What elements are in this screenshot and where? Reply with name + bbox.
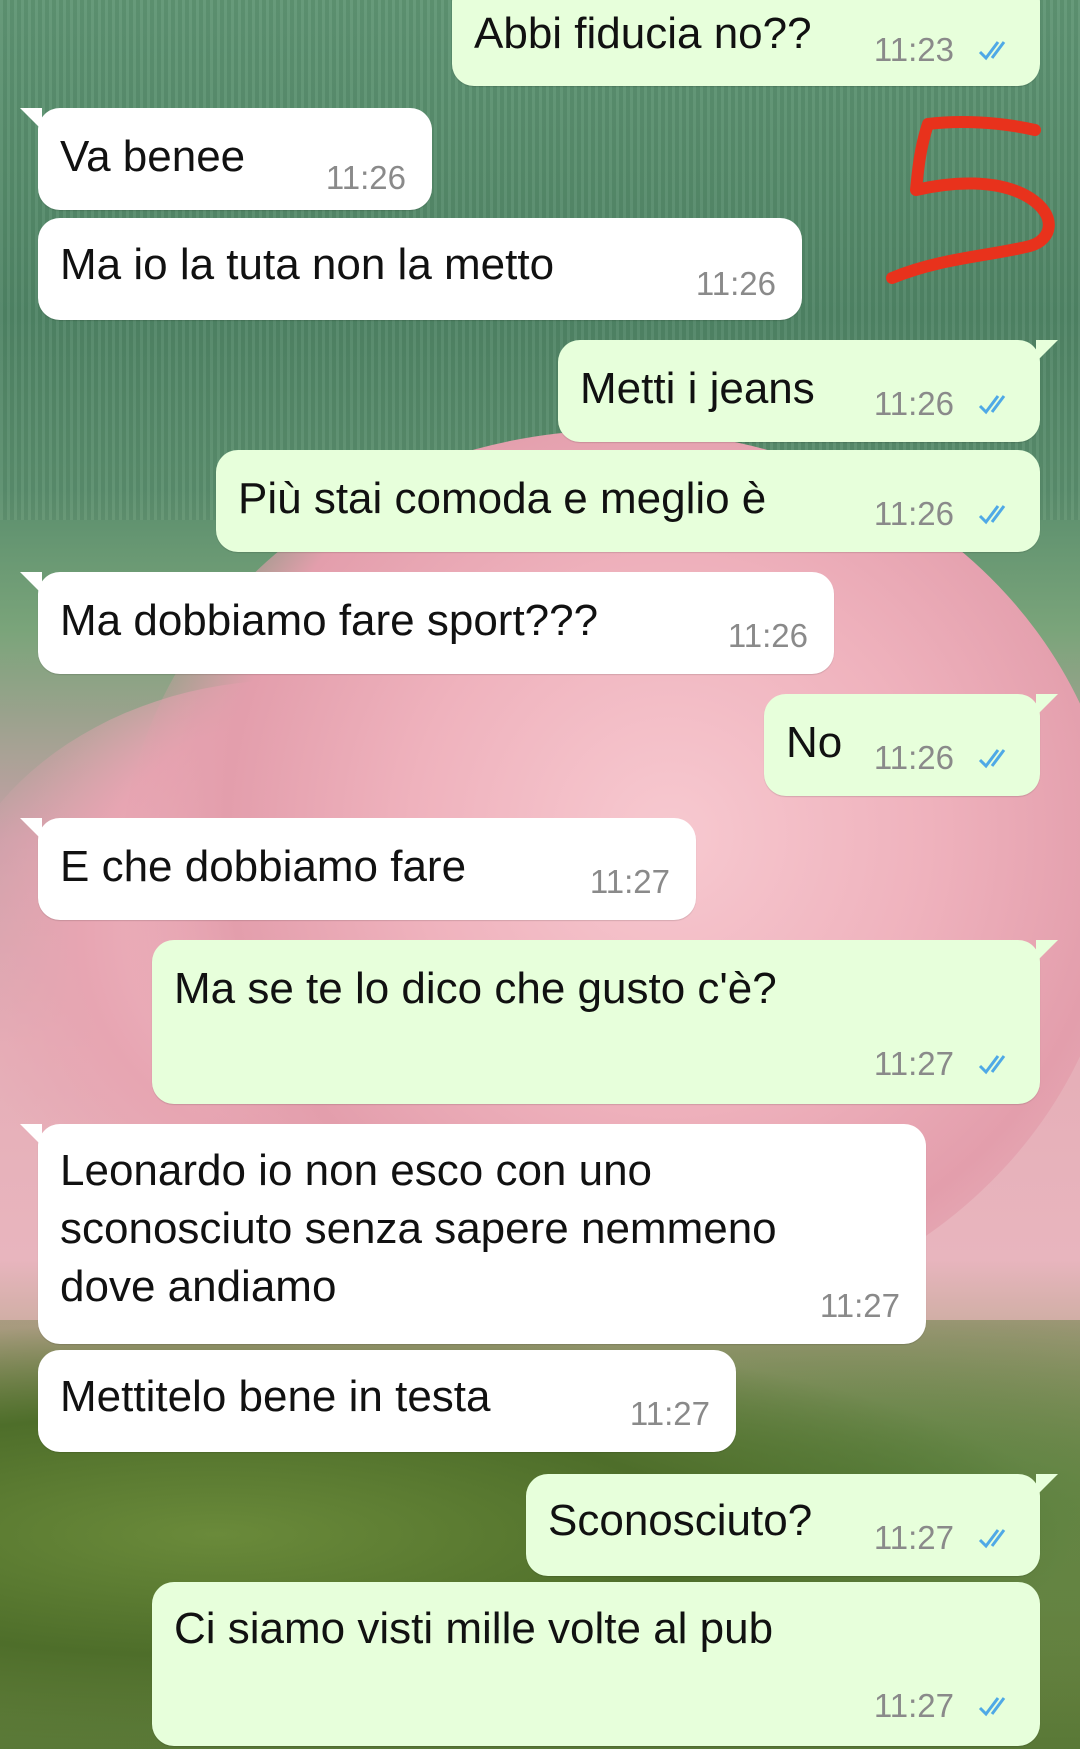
message-time: 11:26 (873, 739, 954, 776)
message-incoming[interactable]: Ma io la tuta non la metto 11:26 (38, 218, 802, 320)
double-check-icon (978, 1529, 1006, 1549)
message-incoming[interactable]: Va benee 11:26 (20, 108, 432, 210)
chat-screen: Abbi fiducia no?? 11:23 Va benee 11:26 M… (0, 0, 1080, 1749)
message-time: 11:26 (873, 495, 954, 532)
message-outgoing[interactable]: Ma se te lo dico che gusto c'è? 11:27 (152, 940, 1058, 1104)
message-time: 11:27 (873, 1045, 954, 1082)
message-text: Ma dobbiamo fare sport??? (60, 596, 599, 645)
message-time: 11:27 (873, 1687, 954, 1724)
message-text: Sconosciuto? (548, 1496, 813, 1545)
double-check-icon (978, 395, 1006, 415)
double-check-icon (978, 41, 1006, 61)
message-outgoing[interactable]: Più stai comoda e meglio è 11:26 (216, 450, 1040, 552)
message-text: Metti i jeans (580, 364, 815, 413)
message-outgoing[interactable]: Metti i jeans 11:26 (558, 340, 1058, 442)
message-text: Mettitelo bene in testa (60, 1372, 491, 1421)
message-text: No (786, 718, 843, 767)
message-time: 11:26 (325, 159, 406, 196)
message-text: E che dobbiamo fare (60, 842, 467, 891)
message-text: Leonardo io non esco con uno sconosciuto… (60, 1146, 777, 1311)
message-time: 11:26 (873, 385, 954, 422)
message-outgoing[interactable]: Abbi fiducia no?? 11:23 (452, 0, 1040, 86)
message-incoming[interactable]: E che dobbiamo fare 11:27 (20, 818, 696, 920)
message-time: 11:26 (727, 617, 808, 654)
message-text: Ci siamo visti mille volte al pub (174, 1604, 774, 1653)
double-check-icon (978, 749, 1006, 769)
red-scribble-annotation (886, 116, 1055, 284)
double-check-icon (978, 505, 1006, 525)
message-text: Ma se te lo dico che gusto c'è? (174, 964, 777, 1013)
message-incoming[interactable]: Ma dobbiamo fare sport??? 11:26 (20, 572, 834, 674)
message-text: Abbi fiducia no?? (474, 9, 812, 58)
message-incoming[interactable]: Mettitelo bene in testa 11:27 (38, 1350, 736, 1452)
message-outgoing[interactable]: Sconosciuto? 11:27 (526, 1474, 1058, 1576)
message-time: 11:27 (629, 1395, 710, 1432)
message-time: 11:27 (589, 863, 670, 900)
message-text: Ma io la tuta non la metto (60, 240, 555, 289)
message-text: Va benee (60, 132, 246, 181)
double-check-icon (978, 1697, 1006, 1717)
message-incoming[interactable]: Leonardo io non esco con uno sconosciuto… (20, 1124, 926, 1344)
message-time: 11:23 (873, 31, 954, 68)
message-text: Più stai comoda e meglio è (238, 474, 767, 523)
message-time: 11:27 (873, 1519, 954, 1556)
message-outgoing[interactable]: No 11:26 (764, 694, 1058, 796)
double-check-icon (978, 1055, 1006, 1075)
message-outgoing[interactable]: Ci siamo visti mille volte al pub 11:27 (152, 1582, 1040, 1746)
message-time: 11:27 (819, 1287, 900, 1324)
message-time: 11:26 (695, 265, 776, 302)
